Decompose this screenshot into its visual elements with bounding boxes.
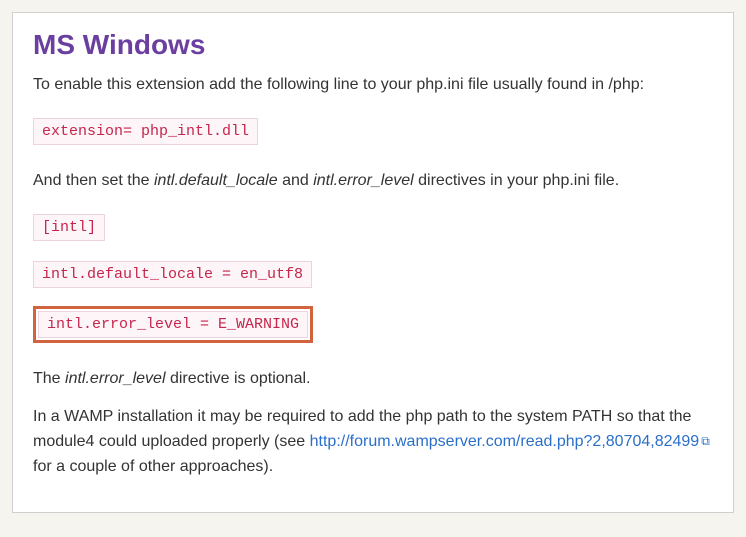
intro-paragraph: To enable this extension add the followi…	[33, 73, 713, 98]
code-intl-section: [intl]	[33, 214, 105, 241]
code-error-level: intl.error_level = E_WARNING	[38, 311, 308, 338]
highlighted-code-box: intl.error_level = E_WARNING	[33, 306, 313, 343]
directive-name: intl.error_level	[65, 370, 165, 387]
text-fragment: directive is optional.	[166, 370, 311, 387]
text-fragment: The	[33, 370, 65, 387]
directive-name: intl.default_locale	[154, 172, 278, 189]
optional-paragraph: The intl.error_level directive is option…	[33, 367, 713, 392]
text-fragment: And then set the	[33, 172, 154, 189]
directive-name: intl.error_level	[313, 172, 413, 189]
doc-section: MS Windows To enable this extension add …	[12, 12, 734, 513]
text-fragment: and	[278, 172, 314, 189]
directives-paragraph: And then set the intl.default_locale and…	[33, 169, 713, 194]
forum-link[interactable]: http://forum.wampserver.com/read.php?2,8…	[310, 433, 700, 450]
section-heading: MS Windows	[33, 29, 713, 61]
wamp-paragraph: In a WAMP installation it may be require…	[33, 405, 713, 479]
text-fragment: for a couple of other approaches).	[33, 458, 273, 475]
external-link-icon: ⧉	[701, 432, 710, 451]
code-extension-line: extension= php_intl.dll	[33, 118, 258, 145]
text-fragment: directives in your php.ini file.	[414, 172, 619, 189]
code-default-locale: intl.default_locale = en_utf8	[33, 261, 312, 288]
